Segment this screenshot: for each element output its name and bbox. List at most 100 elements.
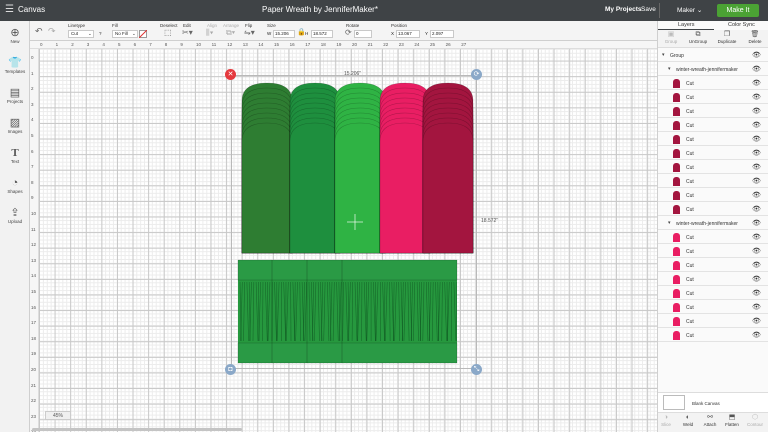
nav-text[interactable]: T Text [0, 147, 30, 164]
layer-item[interactable]: Cut 👁 [658, 77, 768, 90]
nav-new[interactable]: ⊕ New [0, 27, 30, 44]
layer-label: Cut [686, 263, 694, 269]
nav-templates[interactable]: 👕 Templates [0, 57, 30, 74]
flip-icon[interactable]: ⇋▾ [244, 29, 255, 37]
nav-label: Images [7, 129, 23, 134]
eye-icon[interactable]: 👁 [752, 177, 761, 185]
layer-item[interactable]: Cut 👁 [658, 273, 768, 286]
eye-icon[interactable]: 👁 [752, 121, 761, 129]
save-button[interactable]: Save [641, 6, 656, 13]
eye-icon[interactable]: 👁 [752, 303, 761, 311]
eye-icon[interactable]: 👁 [752, 247, 761, 255]
chevron-down-icon[interactable]: ▾ [668, 220, 671, 226]
width-label: W [267, 31, 272, 36]
nav-projects[interactable]: ▤ Projects [0, 87, 30, 104]
text-icon: T [11, 147, 19, 159]
layer-subgroup[interactable]: ▾ winter-wreath-jennifermaker 👁 [658, 63, 768, 76]
height-label: H [305, 31, 309, 36]
make-it-button[interactable]: Make It [717, 4, 759, 17]
flatten-button[interactable]: ⬒ Flatten [721, 414, 743, 427]
redo-icon[interactable]: ↷ [48, 27, 56, 36]
layer-item[interactable]: Cut 👁 [658, 329, 768, 342]
horizontal-scrollbar[interactable] [32, 428, 242, 431]
eye-icon[interactable]: 👁 [752, 135, 761, 143]
arrange-icon[interactable]: ⧉▾ [226, 29, 235, 37]
layer-tools: ▣ Group ⧉ UnGroup ❐ Duplicate 🗑 Delete [658, 30, 768, 48]
layer-item[interactable]: Cut 👁 [658, 259, 768, 272]
delete-button[interactable]: 🗑 Delete [742, 31, 768, 44]
eye-icon[interactable]: 👁 [752, 191, 761, 199]
undo-icon[interactable]: ↶ [35, 27, 43, 36]
tool-label: Slice [661, 422, 671, 427]
blank-canvas-row[interactable]: Blank Canvas [658, 392, 768, 412]
chevron-down-icon: ⌄ [696, 7, 703, 14]
align-icon[interactable]: ⫼▾ [206, 29, 214, 37]
nav-images[interactable]: ▨ Images [0, 117, 30, 134]
layer-item[interactable]: Cut 👁 [658, 147, 768, 160]
layer-item[interactable]: Cut 👁 [658, 133, 768, 146]
eye-icon[interactable]: 👁 [752, 79, 761, 87]
layer-item[interactable]: Cut 👁 [658, 189, 768, 202]
eye-icon[interactable]: 👁 [752, 219, 761, 227]
eye-icon[interactable]: 👁 [752, 163, 761, 171]
zoom-control[interactable]: 45% [45, 411, 71, 420]
layer-item[interactable]: Cut 👁 [658, 231, 768, 244]
layer-subgroup[interactable]: ▾ winter-wreath-jennifermaker 👁 [658, 217, 768, 230]
no-fill-swatch-icon[interactable] [139, 30, 147, 38]
tab-color-sync[interactable]: Color Sync [728, 22, 755, 28]
contour-button[interactable]: ⬡ Contour [743, 414, 767, 427]
layer-item[interactable]: Cut 👁 [658, 287, 768, 300]
tab-layers[interactable]: Layers [678, 22, 695, 28]
design-canvas[interactable]: 0 1 2 3 4 5 6 7 8 9 10 11 12 13 14 15 16 17 18 19 20 21 22 23 24… [30, 41, 657, 432]
layer-item[interactable]: Cut 👁 [658, 203, 768, 216]
close-icon[interactable]: ✕ [225, 69, 236, 80]
layer-item[interactable]: Cut 👁 [658, 105, 768, 118]
eye-icon[interactable]: 👁 [752, 233, 761, 241]
eye-icon[interactable]: 👁 [752, 65, 761, 73]
layer-item[interactable]: Cut 👁 [658, 245, 768, 258]
layer-item[interactable]: Cut 👁 [658, 175, 768, 188]
layer-item[interactable]: Cut 👁 [658, 91, 768, 104]
eye-icon[interactable]: 👁 [752, 149, 761, 157]
size-label: Size [267, 23, 276, 28]
nav-upload[interactable]: ⇪ Upload [0, 207, 30, 224]
layer-item[interactable]: Cut 👁 [658, 301, 768, 314]
layer-item[interactable]: Cut 👁 [658, 161, 768, 174]
layer-group[interactable]: ▾ Group 👁 [658, 49, 768, 62]
layer-item[interactable]: Cut 👁 [658, 315, 768, 328]
rotate-icon[interactable]: ⟳ [471, 69, 482, 80]
layer-swatch [673, 177, 680, 186]
eye-icon[interactable]: 👁 [752, 289, 761, 297]
eye-icon[interactable]: 👁 [752, 331, 761, 339]
layer-swatch [673, 289, 680, 298]
deselect-icon[interactable]: ⬚ [164, 29, 172, 37]
layer-swatch [673, 79, 680, 88]
resize-icon[interactable]: ⤡ [471, 364, 482, 375]
ungroup-button[interactable]: ⧉ UnGroup [685, 31, 711, 44]
machine-select[interactable]: Maker ⌄ [677, 6, 702, 14]
my-projects-button[interactable]: My Projects [605, 6, 642, 13]
edit-icon[interactable]: ✂▾ [182, 29, 193, 37]
chevron-down-icon[interactable]: ▾ [662, 52, 665, 58]
eye-icon[interactable]: 👁 [752, 51, 761, 59]
layer-actions: ◑ Slice ◐ Weld ⚯ Attach ⬒ Flatten ⬡ Contour [658, 412, 768, 432]
group-button[interactable]: ▣ Group [658, 31, 684, 44]
duplicate-button[interactable]: ❐ Duplicate [714, 31, 740, 44]
lock-icon[interactable]: ◘ [225, 364, 236, 375]
layer-item[interactable]: Cut 👁 [658, 119, 768, 132]
question-icon[interactable]: ? [99, 31, 102, 36]
chevron-down-icon[interactable]: ▾ [668, 66, 671, 72]
eye-icon[interactable]: 👁 [752, 205, 761, 213]
eye-icon[interactable]: 👁 [752, 261, 761, 269]
nav-shapes[interactable]: ◔ Shapes [0, 177, 30, 194]
eye-icon[interactable]: 👁 [752, 317, 761, 325]
eye-icon[interactable]: 👁 [752, 107, 761, 115]
blank-canvas-label: Blank Canvas [692, 401, 720, 406]
eye-icon[interactable]: 👁 [752, 275, 761, 283]
attach-button[interactable]: ⚯ Attach [699, 414, 721, 427]
layer-swatch [673, 93, 680, 102]
layer-label: Cut [686, 333, 694, 339]
eye-icon[interactable]: 👁 [752, 93, 761, 101]
weld-button[interactable]: ◐ Weld [677, 414, 699, 427]
slice-button[interactable]: ◑ Slice [655, 414, 677, 427]
